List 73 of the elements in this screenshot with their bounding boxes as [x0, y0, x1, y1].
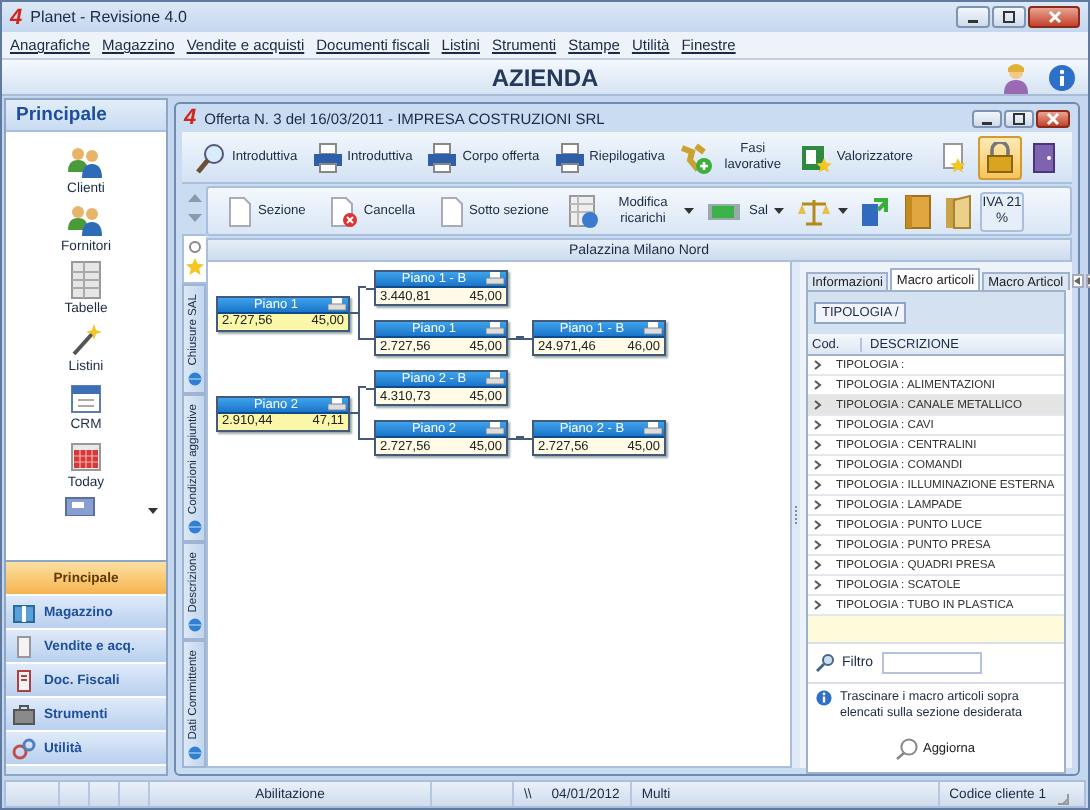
- star-icon: [186, 258, 204, 277]
- calendar-icon: [67, 438, 104, 474]
- document-icon: [12, 635, 36, 657]
- printer-icon: [328, 397, 346, 411]
- document-star-icon: [938, 141, 971, 173]
- printer-icon: [486, 372, 504, 386]
- printer-icon: [486, 422, 504, 436]
- app-logo: 4: [10, 5, 23, 29]
- magnifier-icon: [196, 141, 228, 173]
- circle-icon: [188, 240, 202, 255]
- table-refresh-icon: [568, 193, 601, 229]
- card-icon: [63, 496, 95, 516]
- printer-icon: [553, 141, 586, 173]
- globe-icon: [187, 519, 201, 534]
- printer-icon: [486, 272, 504, 286]
- book-icon: [904, 193, 933, 229]
- user-icon: [1000, 62, 1032, 94]
- printer-icon: [644, 322, 662, 336]
- maximize-button[interactable]: [992, 6, 1026, 28]
- sidebar-header: Principale: [6, 100, 166, 132]
- document-icon: [12, 669, 36, 691]
- printer-icon: [311, 141, 344, 173]
- close-button[interactable]: [1036, 109, 1070, 127]
- scroll-up-icon: [187, 193, 201, 204]
- lock-icon: [984, 141, 1017, 173]
- scale-icon: [796, 195, 833, 227]
- info-icon: [1048, 64, 1076, 92]
- scroll-left-button[interactable]: [1071, 274, 1084, 288]
- wand-icon: [68, 322, 104, 358]
- gears-icon: [12, 737, 36, 759]
- printer-icon: [328, 297, 346, 311]
- people-icon: [66, 144, 106, 180]
- close-button[interactable]: [1028, 6, 1080, 28]
- toolbar-button[interactable]: [978, 135, 1023, 179]
- page-delete-icon: [329, 195, 358, 227]
- document-logo: 4: [184, 106, 197, 130]
- meter-icon: [706, 199, 743, 223]
- folder-icon: [944, 193, 973, 229]
- close-icon: [1047, 10, 1061, 24]
- page-icon: [439, 195, 464, 227]
- globe-icon: [187, 618, 201, 633]
- globe-icon: [187, 746, 201, 760]
- door-icon: [1030, 141, 1059, 173]
- maximize-button[interactable]: [1004, 109, 1034, 127]
- search-icon: [896, 737, 919, 760]
- page-icon: [228, 195, 252, 227]
- globe-icon: [187, 371, 201, 386]
- spreadsheet-icon: [800, 141, 833, 173]
- minimize-button[interactable]: [956, 6, 990, 28]
- subtoolbar-button[interactable]: [940, 191, 977, 231]
- maximize-icon: [1012, 111, 1026, 125]
- company-title: AZIENDA: [491, 63, 599, 91]
- calendar-icon: [68, 380, 104, 416]
- subtoolbar-button[interactable]: [900, 191, 937, 231]
- window-title: Planet - Revisione 4.0: [30, 8, 189, 26]
- toolbox-icon: [12, 703, 36, 725]
- box-icon: [12, 601, 36, 623]
- printer-icon: [426, 141, 459, 173]
- search-icon: [816, 654, 834, 672]
- caret-icon: [147, 508, 157, 516]
- resize-grip-icon: [1056, 792, 1070, 806]
- info-icon: [816, 690, 832, 706]
- close-icon: [1046, 111, 1060, 125]
- filter-field[interactable]: [881, 652, 982, 674]
- people-icon: [66, 202, 106, 238]
- minimize-button[interactable]: [972, 109, 1002, 127]
- printer-icon: [486, 322, 504, 336]
- maximize-icon: [1002, 10, 1016, 24]
- export-icon: [860, 195, 893, 227]
- table-icon: [67, 260, 104, 300]
- printer-icon: [644, 422, 662, 436]
- arrow-left-icon: [1072, 276, 1083, 286]
- scroll-down-icon: [187, 214, 201, 225]
